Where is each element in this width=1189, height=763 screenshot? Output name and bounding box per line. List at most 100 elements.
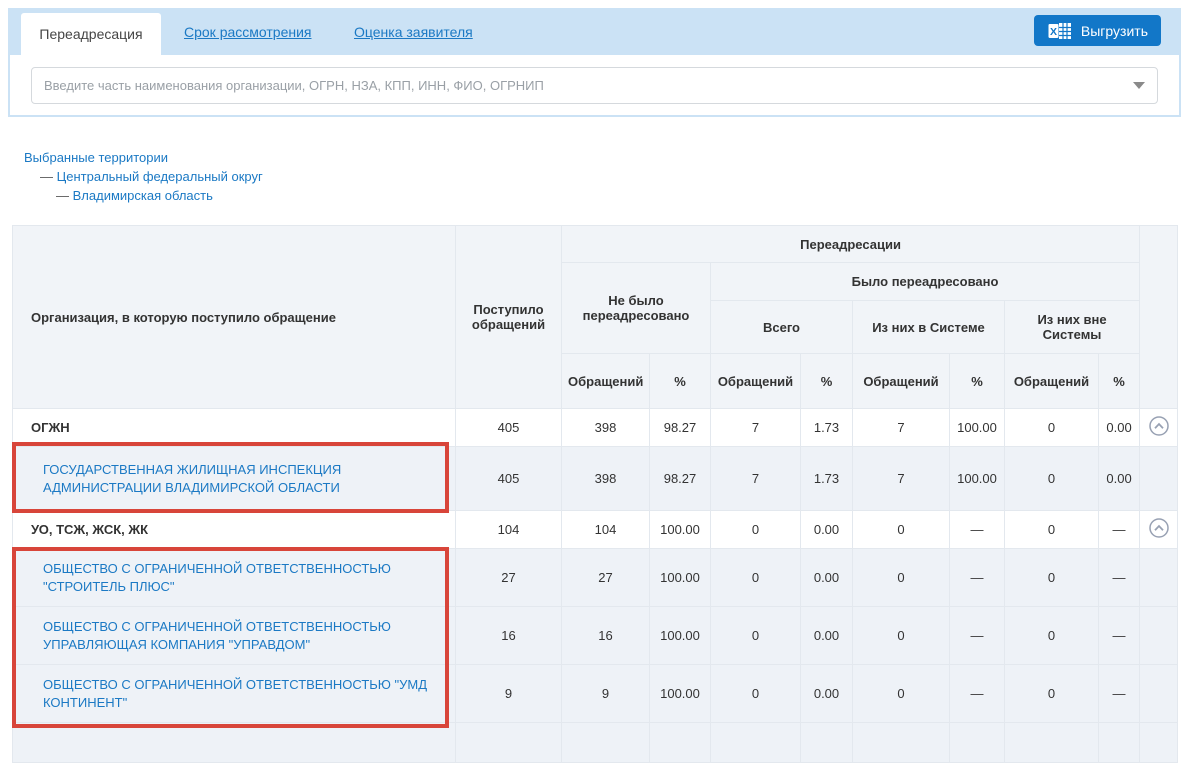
organization-cell: ОГЖН	[13, 409, 456, 447]
value-cell: 0	[853, 665, 950, 723]
value-cell: 27	[456, 549, 562, 607]
value-cell: 9	[456, 665, 562, 723]
column-header-expander	[1140, 226, 1178, 409]
tab-ocenka-zayavitelya[interactable]: Оценка заявителя	[354, 8, 473, 55]
value-cell: 100.00	[650, 607, 711, 665]
column-header-appeals: Обращений	[853, 354, 950, 409]
organization-search-input[interactable]	[31, 67, 1158, 104]
column-header-in-system: Из них в Системе	[853, 301, 1005, 354]
expander-cell	[1140, 447, 1178, 511]
value-cell: —	[950, 549, 1005, 607]
value-cell: 0	[1005, 447, 1099, 511]
table-row: ОБЩЕСТВО С ОГРАНИЧЕННОЙ ОТВЕТСТВЕННОСТЬЮ…	[13, 607, 1178, 665]
value-cell: —	[1099, 607, 1140, 665]
export-button[interactable]: X Выгрузить	[1034, 15, 1161, 46]
organization-link[interactable]: ОБЩЕСТВО С ОГРАНИЧЕННОЙ ОТВЕТСТВЕННОСТЬЮ…	[43, 561, 391, 594]
expander-cell	[1140, 511, 1178, 549]
value-cell: 405	[456, 409, 562, 447]
value-cell: 0	[1005, 511, 1099, 549]
table-row: ГОСУДАРСТВЕННАЯ ЖИЛИЩНАЯ ИНСПЕКЦИЯ АДМИН…	[13, 447, 1178, 511]
value-cell: 100.00	[950, 409, 1005, 447]
value-cell: 0	[1005, 409, 1099, 447]
column-header-was-redirected: Было переадресовано	[711, 263, 1140, 301]
territory-item: — Владимирская область	[24, 186, 263, 205]
organization-cell: ОБЩЕСТВО С ОГРАНИЧЕННОЙ ОТВЕТСТВЕННОСТЬЮ…	[13, 665, 456, 723]
value-cell: 0	[711, 511, 801, 549]
tab-srok-rassmotreniya[interactable]: Срок рассмотрения	[184, 8, 312, 55]
column-header-appeals: Обращений	[562, 354, 650, 409]
value-cell: 0.00	[801, 549, 853, 607]
value-cell: 398	[562, 409, 650, 447]
tree-dash: —	[40, 169, 53, 184]
value-cell: 0	[1005, 665, 1099, 723]
value-cell: 16	[456, 607, 562, 665]
redirection-report-table: Организация, в которую поступило обращен…	[12, 225, 1178, 763]
value-cell: —	[1099, 549, 1140, 607]
organization-link[interactable]: ОБЩЕСТВО С ОГРАНИЧЕННОЙ ОТВЕТСТВЕННОСТЬЮ…	[43, 677, 427, 710]
column-header-organization: Организация, в которую поступило обращен…	[13, 226, 456, 409]
tree-dash: —	[56, 188, 69, 203]
value-cell: 9	[562, 665, 650, 723]
column-header-percent: %	[801, 354, 853, 409]
value-cell: 100.00	[650, 549, 711, 607]
table-row: ОГЖН40539898.2771.737100.0000.00	[13, 409, 1178, 447]
organization-cell	[13, 723, 456, 763]
column-header-out-of-system: Из них вне Системы	[1005, 301, 1140, 354]
organization-link[interactable]: ОБЩЕСТВО С ОГРАНИЧЕННОЙ ОТВЕТСТВЕННОСТЬЮ…	[43, 619, 391, 652]
value-cell: 0	[1005, 607, 1099, 665]
excel-icon: X	[1047, 21, 1073, 41]
export-button-label: Выгрузить	[1081, 23, 1148, 39]
column-header-not-redirected: Не было переадресовано	[562, 263, 711, 354]
table-row: ОБЩЕСТВО С ОГРАНИЧЕННОЙ ОТВЕТСТВЕННОСТЬЮ…	[13, 549, 1178, 607]
value-cell: —	[950, 665, 1005, 723]
value-cell: 0	[711, 607, 801, 665]
top-panel: Переадресация Срок рассмотрения Оценка з…	[8, 8, 1181, 117]
value-cell: 98.27	[650, 447, 711, 511]
collapse-group-icon[interactable]	[1148, 517, 1170, 539]
value-cell: —	[950, 511, 1005, 549]
value-cell: 1.73	[801, 447, 853, 511]
value-cell: 0	[853, 549, 950, 607]
territory-link-vladimir[interactable]: Владимирская область	[73, 188, 213, 203]
svg-text:X: X	[1050, 25, 1057, 37]
organization-cell: ОБЩЕСТВО С ОГРАНИЧЕННОЙ ОТВЕТСТВЕННОСТЬЮ…	[13, 607, 456, 665]
expander-cell	[1140, 665, 1178, 723]
value-cell: 27	[562, 549, 650, 607]
value-cell: 398	[562, 447, 650, 511]
value-cell: 1.73	[801, 409, 853, 447]
expander-cell	[1140, 607, 1178, 665]
column-header-redirections: Переадресации	[562, 226, 1140, 263]
organization-cell: ГОСУДАРСТВЕННАЯ ЖИЛИЩНАЯ ИНСПЕКЦИЯ АДМИН…	[13, 447, 456, 511]
territory-link-cfo[interactable]: Центральный федеральный округ	[57, 169, 263, 184]
value-cell: 0	[1005, 549, 1099, 607]
value-cell: 0.00	[801, 607, 853, 665]
value-cell: 0.00	[801, 665, 853, 723]
column-header-percent: %	[950, 354, 1005, 409]
tab-pereadresaciya[interactable]: Переадресация	[21, 13, 161, 55]
value-cell: 7	[853, 447, 950, 511]
tab-strip: Переадресация Срок рассмотрения Оценка з…	[8, 8, 1181, 55]
value-cell: 100.00	[950, 447, 1005, 511]
value-cell: 0	[853, 511, 950, 549]
column-header-percent: %	[650, 354, 711, 409]
collapse-group-icon[interactable]	[1148, 415, 1170, 437]
value-cell: 100.00	[650, 511, 711, 549]
value-cell: —	[950, 607, 1005, 665]
organization-cell: УО, ТСЖ, ЖСК, ЖК	[13, 511, 456, 549]
territory-item: — Центральный федеральный округ	[24, 167, 263, 186]
value-cell	[950, 723, 1005, 763]
value-cell: —	[1099, 511, 1140, 549]
search-panel	[8, 55, 1181, 117]
value-cell	[853, 723, 950, 763]
value-cell: 7	[711, 409, 801, 447]
value-cell	[801, 723, 853, 763]
column-header-percent: %	[1099, 354, 1140, 409]
organization-link[interactable]: ГОСУДАРСТВЕННАЯ ЖИЛИЩНАЯ ИНСПЕКЦИЯ АДМИН…	[43, 462, 341, 495]
organization-cell: ОБЩЕСТВО С ОГРАНИЧЕННОЙ ОТВЕТСТВЕННОСТЬЮ…	[13, 549, 456, 607]
value-cell: 16	[562, 607, 650, 665]
chevron-down-icon[interactable]	[1133, 82, 1145, 89]
column-header-appeals: Обращений	[711, 354, 801, 409]
value-cell	[650, 723, 711, 763]
value-cell: 405	[456, 447, 562, 511]
value-cell: 0.00	[1099, 409, 1140, 447]
